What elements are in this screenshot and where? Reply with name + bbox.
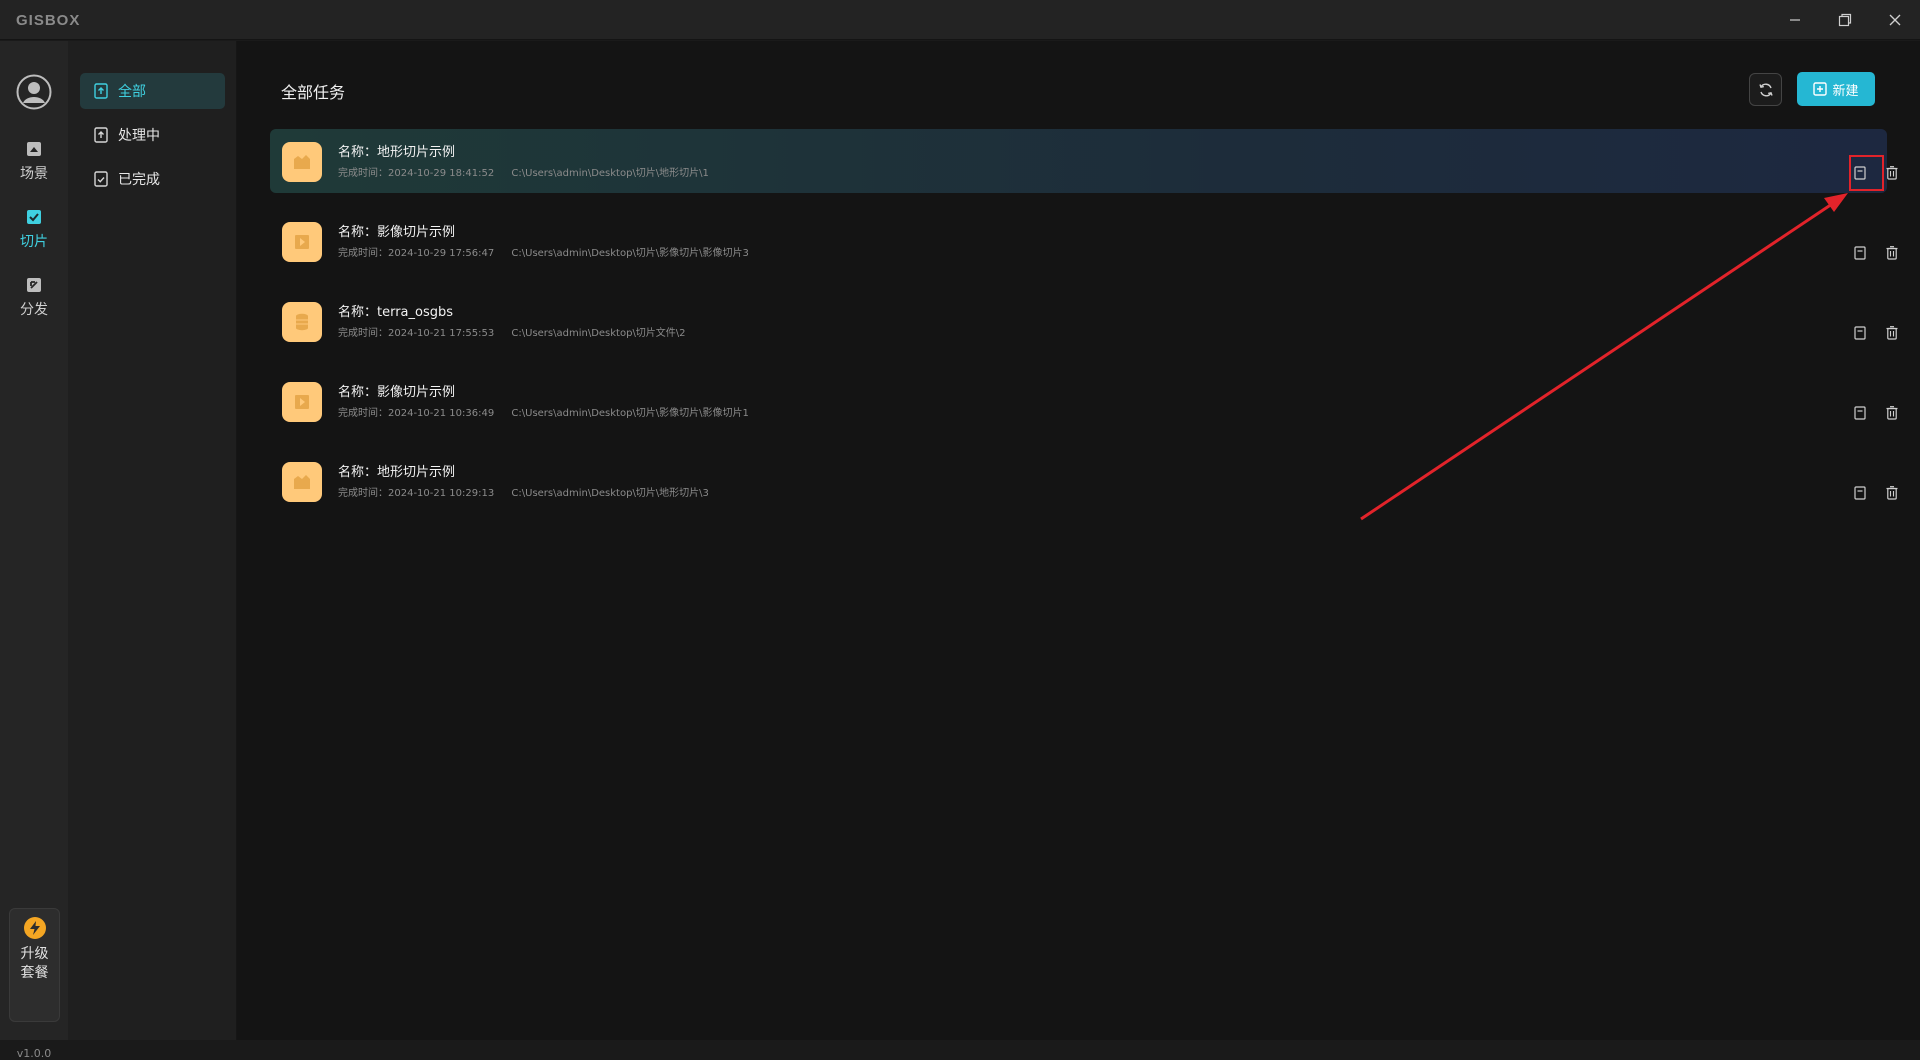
new-task-button[interactable]: 新建: [1797, 72, 1875, 106]
version-label: v1.0.0: [16, 1047, 52, 1060]
trash-icon: [1886, 486, 1898, 500]
trash-icon: [1886, 406, 1898, 420]
rail-item-distribute[interactable]: 分发: [0, 275, 68, 335]
add-icon: [1813, 82, 1828, 96]
document-icon: [1854, 246, 1866, 260]
rail-item-scene[interactable]: 场景: [0, 139, 68, 199]
image-icon: [282, 382, 322, 422]
task-row[interactable]: 名称：地形切片示例 完成时间：2024-10-21 10:29:13 C:\Us…: [270, 449, 1898, 513]
refresh-button[interactable]: [1749, 73, 1782, 106]
task-name: 名称：地形切片示例: [338, 145, 456, 160]
upgrade-plan-button[interactable]: 升级 套餐: [9, 908, 60, 1022]
check-doc-icon: [94, 171, 110, 187]
restore-button[interactable]: [1822, 0, 1868, 40]
title-bar: GISBOX: [0, 0, 1920, 40]
task-name: 名称：地形切片示例: [338, 465, 456, 480]
trash-icon: [1886, 246, 1898, 260]
task-path: C:\Users\admin\Desktop\切片文件\2: [511, 328, 686, 339]
upgrade-label-line2: 套餐: [20, 965, 49, 981]
distribute-icon: [24, 275, 44, 295]
refresh-icon: [1758, 83, 1773, 96]
restore-icon: [1838, 13, 1852, 27]
task-time: 完成时间：2024-10-29 18:41:52: [338, 168, 495, 179]
close-button[interactable]: [1872, 0, 1918, 40]
scene-icon: [24, 139, 44, 159]
close-icon: [1889, 14, 1901, 26]
terrain-icon: [282, 462, 322, 502]
task-time: 完成时间：2024-10-21 10:29:13: [338, 488, 495, 499]
left-rail: 场景 切片 分发 升级 套餐 v1.0.0: [0, 41, 68, 1060]
sub-nav: 全部 处理中 已完成: [68, 41, 237, 1040]
slice-icon: [24, 207, 44, 227]
task-path: C:\Users\admin\Desktop\切片\地形切片\3: [511, 488, 709, 499]
task-path: C:\Users\admin\Desktop\切片\影像切片\影像切片1: [511, 408, 749, 419]
view-detail-button[interactable]: [1848, 321, 1872, 345]
user-avatar-icon: [16, 74, 52, 110]
task-name: 名称：影像切片示例: [338, 225, 456, 240]
page-title: 全部任务: [281, 83, 346, 102]
trash-icon: [1886, 326, 1898, 340]
subnav-item-completed[interactable]: 已完成: [80, 161, 225, 197]
rail-label-slice: 切片: [20, 234, 48, 250]
task-row[interactable]: 名称：terra_osgbs 完成时间：2024-10-21 17:55:53 …: [270, 289, 1898, 353]
task-path: C:\Users\admin\Desktop\切片\影像切片\影像切片3: [511, 248, 749, 259]
upload-doc-icon: [94, 127, 110, 143]
delete-button[interactable]: [1880, 241, 1904, 265]
task-name: 名称：terra_osgbs: [338, 305, 454, 320]
document-icon: [1854, 326, 1866, 340]
task-path: C:\Users\admin\Desktop\切片\地形切片\1: [511, 168, 709, 179]
document-icon: [1854, 486, 1866, 500]
minimize-button[interactable]: [1772, 0, 1818, 40]
task-time: 完成时间：2024-10-29 17:56:47: [338, 248, 495, 259]
main-panel: 全部任务 新建 名称：地形切片示例 完成时间：2024-10-29 18:41:…: [237, 41, 1920, 1040]
avatar[interactable]: [16, 74, 52, 110]
subnav-item-all[interactable]: 全部: [80, 73, 225, 109]
upgrade-label-line1: 升级: [20, 946, 49, 962]
annotation-highlight-box: [1849, 155, 1884, 191]
trash-icon: [1886, 166, 1898, 180]
subnav-item-processing[interactable]: 处理中: [80, 117, 225, 153]
view-detail-button[interactable]: [1848, 401, 1872, 425]
view-detail-button[interactable]: [1848, 241, 1872, 265]
lightning-icon: [23, 917, 46, 939]
document-icon: [1854, 406, 1866, 420]
upload-doc-icon: [94, 83, 110, 99]
task-name: 名称：影像切片示例: [338, 385, 456, 400]
delete-button[interactable]: [1880, 481, 1904, 505]
subnav-label-processing: 处理中: [118, 128, 160, 144]
model-icon: [282, 302, 322, 342]
view-detail-button[interactable]: [1848, 481, 1872, 505]
terrain-icon: [282, 142, 322, 182]
rail-item-slice[interactable]: 切片: [0, 207, 68, 267]
subnav-label-completed: 已完成: [118, 172, 160, 188]
new-task-label: 新建: [1832, 83, 1859, 99]
task-time: 完成时间：2024-10-21 10:36:49: [338, 408, 495, 419]
delete-button[interactable]: [1880, 321, 1904, 345]
subnav-label-all: 全部: [118, 84, 146, 100]
task-row[interactable]: 名称：影像切片示例 完成时间：2024-10-29 17:56:47 C:\Us…: [270, 209, 1898, 273]
app-logo: GISBOX: [16, 12, 81, 29]
task-time: 完成时间：2024-10-21 17:55:53: [338, 328, 495, 339]
task-row[interactable]: 名称：地形切片示例 完成时间：2024-10-29 18:41:52 C:\Us…: [270, 129, 1898, 193]
image-icon: [282, 222, 322, 262]
rail-label-distribute: 分发: [20, 302, 48, 318]
minimize-icon: [1790, 19, 1800, 21]
rail-label-scene: 场景: [20, 166, 48, 182]
delete-button[interactable]: [1880, 401, 1904, 425]
task-row[interactable]: 名称：影像切片示例 完成时间：2024-10-21 10:36:49 C:\Us…: [270, 369, 1898, 433]
